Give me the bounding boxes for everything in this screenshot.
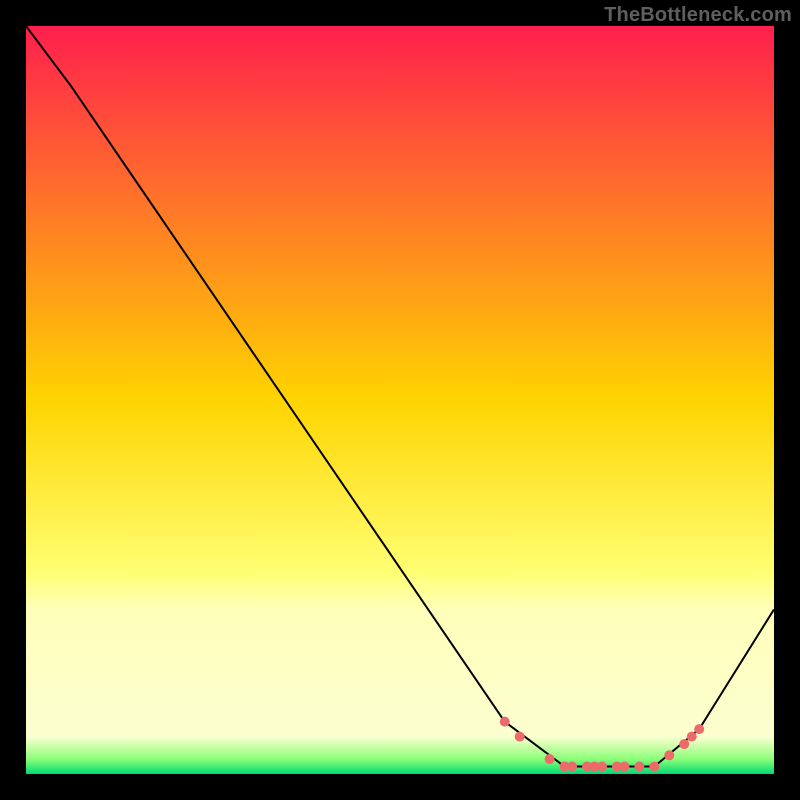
gradient-background (26, 26, 774, 774)
highlight-dot (649, 762, 659, 772)
highlight-dot (634, 762, 644, 772)
highlight-dot (679, 739, 689, 749)
highlight-dot (567, 762, 577, 772)
highlight-dot (500, 717, 510, 727)
bottleneck-chart (26, 26, 774, 774)
highlight-dot (545, 754, 555, 764)
highlight-dot (694, 724, 704, 734)
attribution-label: TheBottleneck.com (604, 4, 792, 27)
highlight-dot (619, 762, 629, 772)
highlight-dot (597, 762, 607, 772)
highlight-dot (664, 750, 674, 760)
highlight-dot (687, 732, 697, 742)
chart-frame: TheBottleneck.com (0, 0, 800, 800)
highlight-dot (515, 732, 525, 742)
